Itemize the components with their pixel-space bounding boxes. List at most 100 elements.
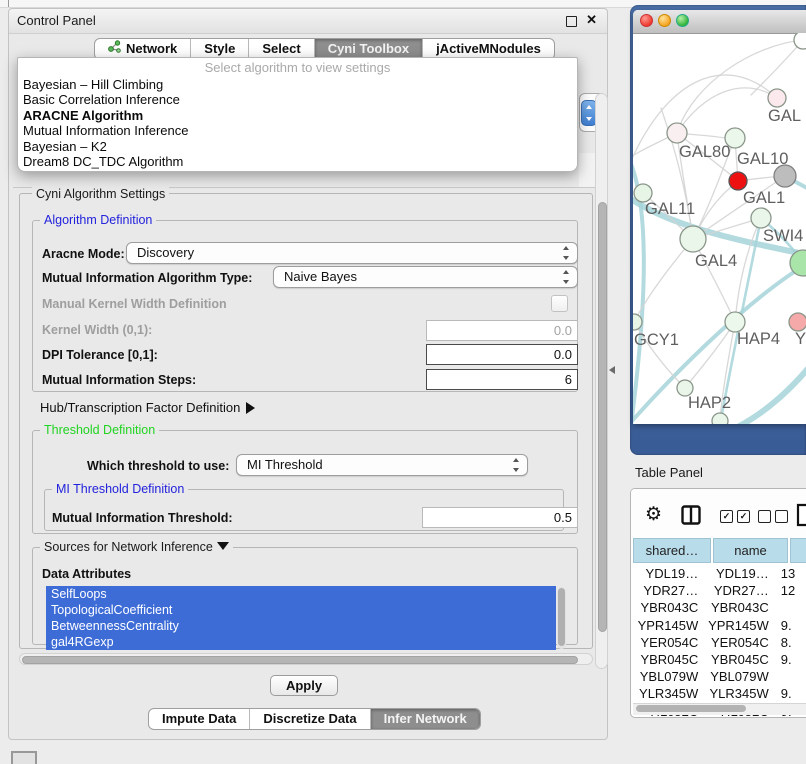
table-cell: YLR345W <box>706 685 776 702</box>
table-row[interactable]: YDL19…YDL19…13 <box>633 565 806 582</box>
network-node-y[interactable] <box>789 313 806 331</box>
close-icon[interactable]: ✕ <box>586 12 597 28</box>
bottom-tab-label: Discretize Data <box>263 709 356 729</box>
zoom-traffic-light-icon[interactable] <box>676 14 689 27</box>
tab-jactivemnodules[interactable]: jActiveMNodules <box>423 39 554 59</box>
node-label: Y <box>795 330 806 348</box>
table-cell: 13 <box>777 565 806 582</box>
settings-horizontal-scrollbar[interactable] <box>19 653 593 665</box>
dropdown-option[interactable]: ARACNE Algorithm <box>18 108 577 123</box>
unchecked-boxes-icon[interactable] <box>758 510 788 523</box>
dpi-tolerance-input[interactable] <box>426 344 578 365</box>
attribute-list-item[interactable]: BetweennessCentrality <box>46 618 556 634</box>
bottom-tab-discretize-data[interactable]: Discretize Data <box>250 709 370 729</box>
node-label: GAL1 <box>743 189 785 207</box>
network-edge[interactable] <box>751 40 803 95</box>
which-threshold-select[interactable]: MI Threshold <box>236 454 528 476</box>
attribute-list-item[interactable]: gal4RGexp <box>46 634 556 650</box>
column-header[interactable]: shared… <box>633 538 711 563</box>
dropdown-option[interactable]: Bayesian – Hill Climbing <box>18 77 577 92</box>
settings-vscroll-thumb[interactable] <box>598 202 607 632</box>
settings-hscroll-thumb[interactable] <box>22 656 578 664</box>
table-cell: YDR27… <box>633 582 706 599</box>
dropdown-option[interactable]: Dream8 DC_TDC Algorithm <box>18 154 577 169</box>
table-cell: YBL079W <box>706 668 776 685</box>
node-label: GAL10 <box>737 150 788 168</box>
dropdown-option[interactable]: Bayesian – K2 <box>18 139 577 154</box>
close-traffic-light-icon[interactable] <box>640 14 653 27</box>
tab-network[interactable]: Network <box>95 39 191 59</box>
bottom-tab-impute-data[interactable]: Impute Data <box>149 709 250 729</box>
network-node[interactable] <box>712 413 728 424</box>
bottom-tab-label: Impute Data <box>162 709 236 729</box>
tab-select[interactable]: Select <box>249 39 314 59</box>
network-node-swi4[interactable] <box>751 208 771 228</box>
network-node-gal4[interactable] <box>680 226 706 252</box>
apply-button[interactable]: Apply <box>270 675 338 696</box>
hub-section-toggle[interactable]: Hub/Transcription Factor Definition <box>40 400 255 415</box>
table-cell: 8. <box>777 634 806 651</box>
manual-kernel-label: Manual Kernel Width Definition <box>42 297 227 311</box>
minimize-traffic-light-icon[interactable] <box>658 14 671 27</box>
network-edge[interactable] <box>677 88 777 133</box>
table-row[interactable]: YBR045CYBR045C9. <box>633 651 806 668</box>
mi-type-select[interactable]: Naive Bayes <box>273 266 578 288</box>
combo-arrows-icon <box>562 270 571 284</box>
threshold-definition-title: Threshold Definition <box>40 423 159 437</box>
table-row[interactable]: YPR145WYPR145W9. <box>633 617 806 634</box>
table-cell: YPR145W <box>633 617 706 634</box>
dropdown-option[interactable]: Mutual Information Inference <box>18 123 577 138</box>
manual-kernel-checkbox[interactable] <box>551 295 568 312</box>
network-node-hap4[interactable] <box>725 312 745 332</box>
panel-splitter-arrow[interactable] <box>609 366 615 374</box>
column-header[interactable] <box>790 538 806 563</box>
tab-label: Cyni Toolbox <box>328 39 409 59</box>
tab-style[interactable]: Style <box>191 39 249 59</box>
tab-cyni-toolbox[interactable]: Cyni Toolbox <box>315 39 423 59</box>
network-node-gal80[interactable] <box>667 123 687 143</box>
network-node-gal[interactable] <box>768 89 786 107</box>
bottom-tab-label: Infer Network <box>384 709 467 729</box>
table-toolbar: ⚙ ✓✓ <box>631 489 806 538</box>
float-window-icon[interactable] <box>566 16 577 27</box>
sources-group-title[interactable]: Sources for Network Inference <box>40 540 233 554</box>
table-row[interactable]: YDR27…YDR27…12 <box>633 582 806 599</box>
aracne-mode-select[interactable]: Discovery <box>126 242 578 264</box>
kernel-width-input[interactable] <box>426 320 578 341</box>
mi-threshold-group-title: MI Threshold Definition <box>52 482 188 496</box>
tab-label: Style <box>204 39 235 59</box>
network-node[interactable] <box>794 33 806 49</box>
split-columns-icon[interactable] <box>681 505 701 530</box>
network-node-gal1[interactable] <box>729 172 747 190</box>
mi-steps-input[interactable] <box>426 369 578 390</box>
table-row[interactable]: YBL079WYBL079W <box>633 668 806 685</box>
attribute-list-item[interactable]: SelfLoops <box>46 586 556 602</box>
list-scrollbar-thumb[interactable] <box>558 588 565 646</box>
list-scrollbar[interactable] <box>557 587 566 649</box>
checked-boxes-icon[interactable]: ✓✓ <box>720 510 750 523</box>
gear-icon[interactable]: ⚙ <box>645 506 662 524</box>
network-canvas[interactable]: GALGAL80GAL10GAL1GAL11SWI4GAL4HAP4YGCY1H… <box>633 33 806 424</box>
table-cell: YBR043C <box>633 599 706 616</box>
table-row[interactable]: YER054CYER054C8. <box>633 634 806 651</box>
attribute-list-item[interactable]: TopologicalCoefficient <box>46 602 556 618</box>
bottom-tab-infer-network[interactable]: Infer Network <box>371 709 480 729</box>
table-row[interactable]: YLR345WYLR345W9. <box>633 685 806 702</box>
mi-threshold-input[interactable] <box>422 507 578 528</box>
column-header[interactable]: name <box>713 538 788 563</box>
hub-section-label: Hub/Transcription Factor Definition <box>40 400 240 415</box>
top-tick-mark <box>8 0 9 7</box>
document-icon[interactable] <box>796 503 806 532</box>
table-cell: YDL19… <box>633 565 706 582</box>
table-hscroll-thumb[interactable] <box>636 705 746 712</box>
settings-vertical-scrollbar[interactable] <box>595 93 608 669</box>
network-edge[interactable] <box>725 355 806 424</box>
network-node[interactable] <box>774 165 796 187</box>
minimized-panel-icon[interactable] <box>11 751 37 764</box>
dropdown-option[interactable]: Basic Correlation Inference <box>18 92 577 107</box>
table-cell: YDR27… <box>706 582 776 599</box>
data-attributes-list[interactable]: SelfLoopsTopologicalCoefficientBetweenne… <box>46 586 556 650</box>
table-cell: YER054C <box>706 634 776 651</box>
table-row[interactable]: YBR043CYBR043C <box>633 599 806 616</box>
node-label: GAL4 <box>695 252 737 270</box>
